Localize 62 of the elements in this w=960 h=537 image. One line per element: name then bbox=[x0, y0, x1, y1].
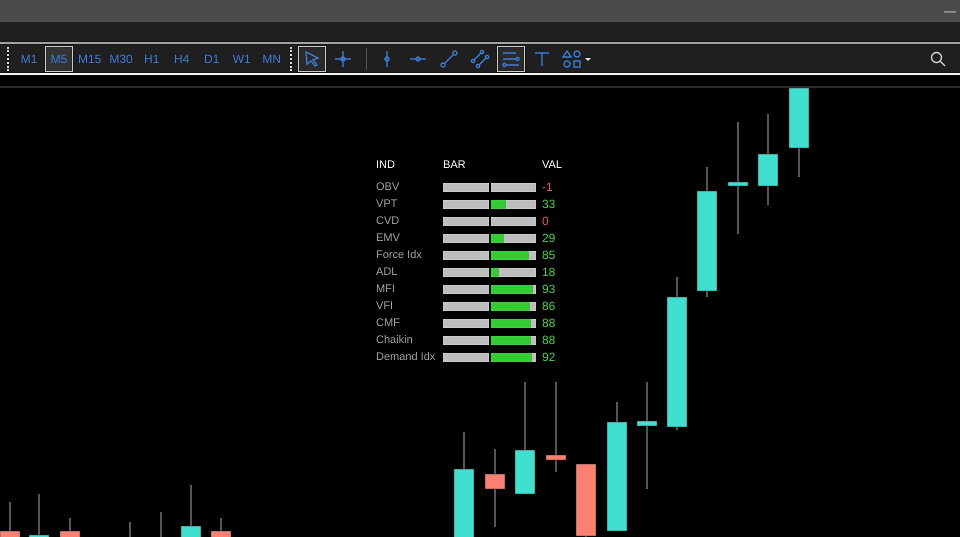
channel-icon bbox=[470, 48, 490, 68]
indicator-value: 86 bbox=[542, 299, 556, 313]
tool-button[interactable] bbox=[496, 46, 525, 72]
bar-negative-side bbox=[443, 200, 489, 208]
timeframe-button[interactable]: D1 bbox=[198, 46, 226, 72]
indicator-name: MFI bbox=[376, 283, 396, 295]
bar-negative-side bbox=[443, 216, 489, 226]
indicator-name: EMV bbox=[376, 232, 401, 244]
indicator-name: VFI bbox=[376, 300, 394, 312]
indicator-name: Chaikin bbox=[376, 334, 414, 346]
bar-negative-side bbox=[443, 284, 489, 294]
timeframe-button[interactable]: M30 bbox=[106, 46, 136, 72]
tool-button[interactable] bbox=[298, 46, 326, 72]
bar-negative-side bbox=[443, 268, 489, 276]
column-header: BAR bbox=[443, 159, 467, 171]
candle bbox=[0, 502, 20, 537]
horizontal-line-icon bbox=[408, 56, 427, 62]
indicator-name: VPT bbox=[376, 198, 398, 210]
timeframe-button[interactable]: M5 bbox=[45, 46, 73, 72]
timeframe-button[interactable]: H1 bbox=[138, 46, 166, 72]
column-header: IND bbox=[376, 159, 396, 171]
timeframe-button[interactable]: H4 bbox=[168, 46, 196, 72]
search-icon[interactable] bbox=[930, 50, 946, 66]
bar-track bbox=[491, 182, 536, 192]
trend-line-icon bbox=[438, 48, 459, 68]
candle bbox=[28, 494, 50, 537]
indicator-value: 93 bbox=[542, 282, 556, 296]
indicator-value: 85 bbox=[542, 248, 556, 262]
bar-negative-side bbox=[443, 352, 489, 362]
timeframe-button[interactable]: M1 bbox=[15, 46, 43, 72]
bar-negative-side bbox=[443, 302, 489, 310]
candle bbox=[60, 518, 80, 537]
bar-track bbox=[491, 216, 536, 226]
indicator-value: 33 bbox=[542, 197, 556, 211]
indicator-name: CMF bbox=[376, 317, 401, 329]
indicator-value: 88 bbox=[542, 316, 556, 330]
bar-negative-side bbox=[443, 250, 489, 260]
indicator-name: CVD bbox=[376, 215, 400, 227]
indicator-value: 18 bbox=[542, 265, 556, 279]
indicator-name: Demand Idx bbox=[376, 351, 436, 363]
indicator-value: -1 bbox=[542, 180, 554, 194]
indicator-value: 88 bbox=[542, 333, 556, 347]
indicator-name: OBV bbox=[376, 181, 400, 193]
timeframe-button[interactable]: M15 bbox=[75, 46, 104, 72]
column-header: VAL bbox=[542, 159, 562, 171]
bar-negative-side bbox=[443, 234, 489, 242]
candle bbox=[210, 518, 232, 537]
indicator-name: ADL bbox=[376, 266, 398, 278]
timeframe-button[interactable]: MN bbox=[258, 46, 286, 72]
shapes-icon bbox=[562, 48, 592, 68]
bar-negative-side bbox=[443, 318, 489, 328]
indicator-value: 29 bbox=[542, 231, 556, 245]
indicator-name: Force Idx bbox=[376, 249, 423, 261]
indicator-value: 92 bbox=[542, 350, 556, 364]
bar-negative-side bbox=[443, 182, 489, 192]
candle bbox=[180, 484, 202, 537]
crosshair-icon bbox=[332, 48, 353, 68]
indicator-value: 0 bbox=[542, 214, 550, 228]
vertical-line-icon bbox=[384, 50, 390, 68]
bar-negative-side bbox=[443, 336, 489, 344]
minimize-button[interactable]: — bbox=[944, 4, 960, 18]
timeframe-button[interactable]: W1 bbox=[228, 46, 256, 72]
